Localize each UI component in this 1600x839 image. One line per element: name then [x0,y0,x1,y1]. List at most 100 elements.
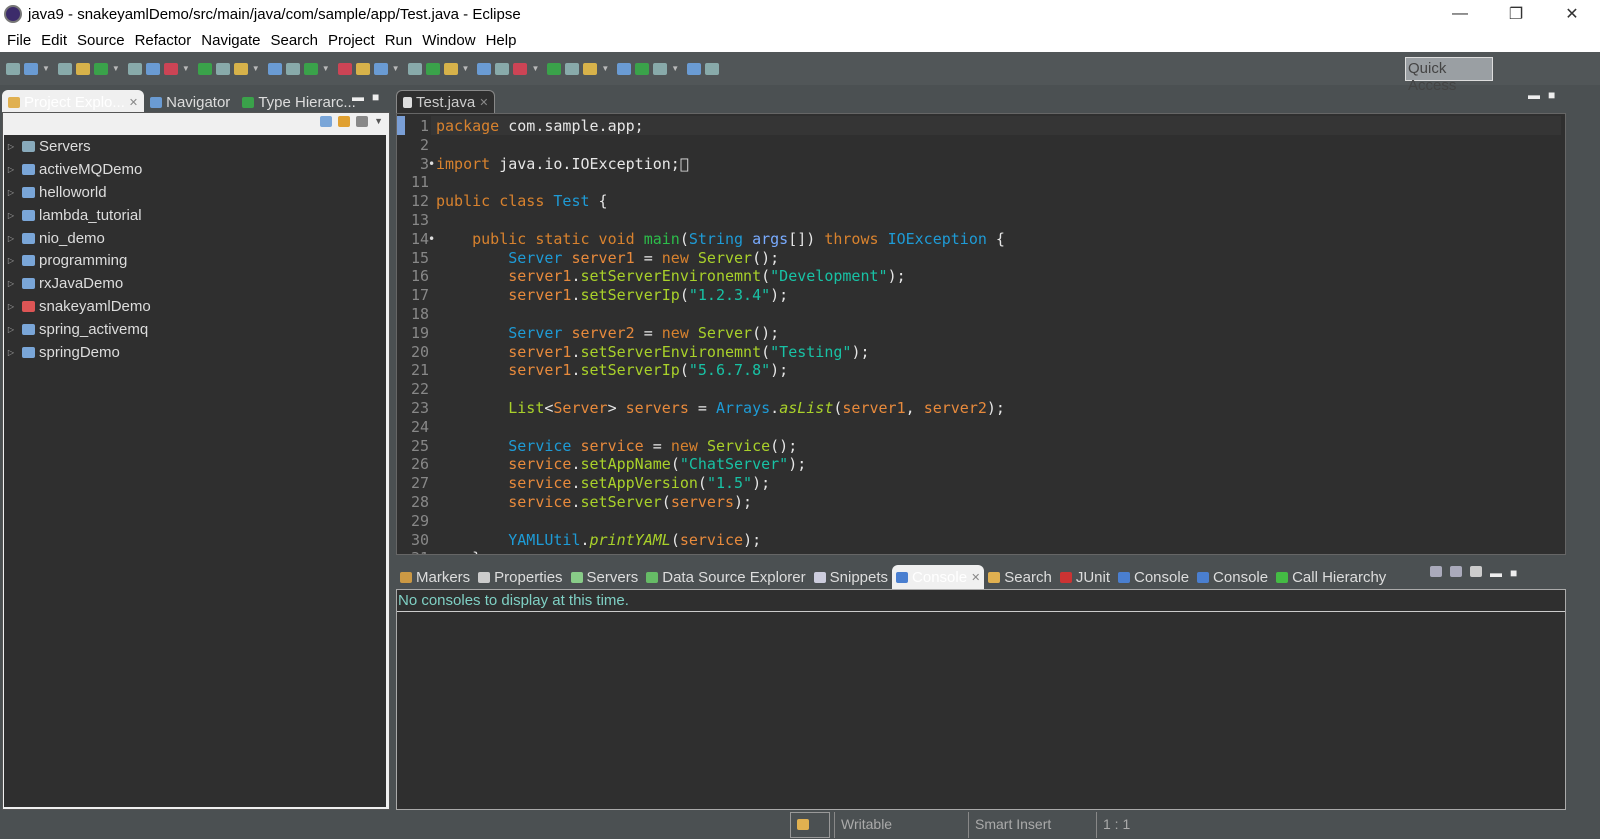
tab-servers[interactable]: Servers [567,565,643,589]
tab-search[interactable]: Search [984,565,1056,589]
toolbar-button-icon[interactable] [233,62,248,75]
dropdown-arrow-icon[interactable]: ▼ [112,64,120,73]
bottom-minimize-icon[interactable]: ▬ [1490,566,1502,580]
display-console-icon[interactable] [1450,566,1462,577]
toolbar-button-icon[interactable] [425,62,440,75]
toolbar-button-icon[interactable] [477,62,492,75]
tab-console[interactable]: Console ✕ [892,565,985,589]
toolbar-button-icon[interactable] [373,62,388,75]
tab-call-hierarchy[interactable]: Call Hierarchy [1272,565,1390,589]
tree-item-project[interactable]: ▷ spring_activemq [4,318,386,341]
menu-search[interactable]: Search [265,32,323,49]
toolbar-button-icon[interactable] [93,62,108,75]
toolbar-button-icon[interactable] [145,62,160,75]
tab-properties[interactable]: Properties [474,565,566,589]
editor-maximize-icon[interactable]: ■ [1548,88,1555,102]
toolbar-button-icon[interactable] [547,62,562,75]
dropdown-arrow-icon[interactable]: ▼ [462,64,470,73]
tree-item-project[interactable]: ▷ rxJavaDemo [4,272,386,295]
dropdown-arrow-icon[interactable]: ▼ [531,64,539,73]
menu-source[interactable]: Source [72,32,130,49]
tree-item-project[interactable]: ▷ nio_demo [4,227,386,250]
close-tab-icon[interactable]: ✕ [971,571,980,584]
expand-arrow-icon[interactable]: ▷ [4,142,18,151]
minimize-button[interactable]: — [1432,0,1488,28]
expand-arrow-icon[interactable]: ▷ [4,348,18,357]
menu-file[interactable]: File [2,32,36,49]
menu-refactor[interactable]: Refactor [130,32,197,49]
tab-data-source-explorer[interactable]: Data Source Explorer [642,565,809,589]
close-button[interactable]: ✕ [1544,0,1600,28]
toolbar-button-icon[interactable] [215,62,230,75]
tree-item-project[interactable]: ▷ lambda_tutorial [4,204,386,227]
toolbar-button-icon[interactable] [355,62,370,75]
toolbar-button-icon[interactable] [583,62,598,75]
toolbar-button-icon[interactable] [513,62,528,75]
toolbar-button-icon[interactable] [495,62,510,75]
tab-snippets[interactable]: Snippets [810,565,892,589]
fold-marker-icon[interactable]: • [428,155,435,174]
expand-arrow-icon[interactable]: ▷ [4,188,18,197]
tab-test-java[interactable]: Test.java ✕ [396,90,496,114]
menu-run[interactable]: Run [380,32,418,49]
toolbar-button-icon[interactable] [127,62,142,75]
dropdown-arrow-icon[interactable]: ▼ [392,64,400,73]
dropdown-arrow-icon[interactable]: ▼ [42,64,50,73]
link-editor-icon[interactable] [338,116,351,127]
expand-arrow-icon[interactable]: ▷ [4,211,18,220]
toolbar-button-icon[interactable] [267,62,282,75]
toolbar-button-icon[interactable] [635,62,650,75]
menu-window[interactable]: Window [417,32,480,49]
menu-edit[interactable]: Edit [36,32,72,49]
pin-console-icon[interactable] [1470,566,1482,577]
toolbar-button-icon[interactable] [443,62,458,75]
tab-console[interactable]: Console [1114,565,1193,589]
fold-marker-icon[interactable]: • [428,230,435,249]
tree-item-project[interactable]: ▷ helloworld [4,181,386,204]
close-tab-icon[interactable]: ✕ [479,96,488,109]
toolbar-button-icon[interactable] [565,62,580,75]
expand-arrow-icon[interactable]: ▷ [4,279,18,288]
filter-icon[interactable] [356,116,369,127]
toolbar-button-icon[interactable] [705,62,720,75]
toolbar-button-icon[interactable] [337,62,352,75]
dropdown-arrow-icon[interactable]: ▼ [182,64,190,73]
expand-arrow-icon[interactable]: ▷ [4,165,18,174]
toolbar-button-icon[interactable] [687,62,702,75]
toolbar-button-icon[interactable] [163,62,178,75]
toolbar-button-icon[interactable] [285,62,300,75]
toolbar-button-icon[interactable] [197,62,212,75]
tab-console[interactable]: Console [1193,565,1272,589]
bottom-maximize-icon[interactable]: ■ [1510,566,1517,580]
tree-item-project[interactable]: ▷ Servers [4,135,386,158]
tree-item-project[interactable]: ▷ springDemo [4,341,386,364]
toolbar-button-icon[interactable] [303,62,318,75]
dropdown-arrow-icon[interactable]: ▼ [671,64,679,73]
toolbar-button-icon[interactable] [653,62,668,75]
open-console-icon[interactable] [1430,566,1442,577]
dropdown-arrow-icon[interactable]: ▼ [322,64,330,73]
menu-help[interactable]: Help [481,32,522,49]
collapse-all-icon[interactable] [320,116,333,127]
toolbar-button-icon[interactable] [617,62,632,75]
tree-item-project[interactable]: ▷ programming [4,249,386,272]
tab-junit[interactable]: JUnit [1056,565,1114,589]
tree-item-project[interactable]: ▷ activeMQDemo [4,158,386,181]
restore-button[interactable]: ❐ [1488,0,1544,28]
expand-arrow-icon[interactable]: ▷ [4,256,18,265]
menu-navigate[interactable]: Navigate [196,32,265,49]
tab-navigator[interactable]: Navigator [144,90,236,114]
editor-minimize-icon[interactable]: ▬ [1528,88,1540,102]
toolbar-button-icon[interactable] [6,62,20,75]
maximize-view-icon[interactable]: ■ [372,90,379,104]
expand-arrow-icon[interactable]: ▷ [4,325,18,334]
toolbar-button-icon[interactable] [57,62,72,75]
toolbar-button-icon[interactable] [24,62,38,75]
dropdown-arrow-icon[interactable]: ▼ [252,64,260,73]
expand-arrow-icon[interactable]: ▷ [4,234,18,243]
code-editor[interactable]: 1 package com.sample.app; 2 3 • import java.i… [396,113,1566,555]
tab-type-hierarc-[interactable]: Type Hierarc... [236,90,362,114]
tab-project-explo-[interactable]: Project Explo... ✕ [2,90,145,114]
quick-access-input[interactable]: Quick Access [1405,57,1493,94]
expand-arrow-icon[interactable]: ▷ [4,302,18,311]
